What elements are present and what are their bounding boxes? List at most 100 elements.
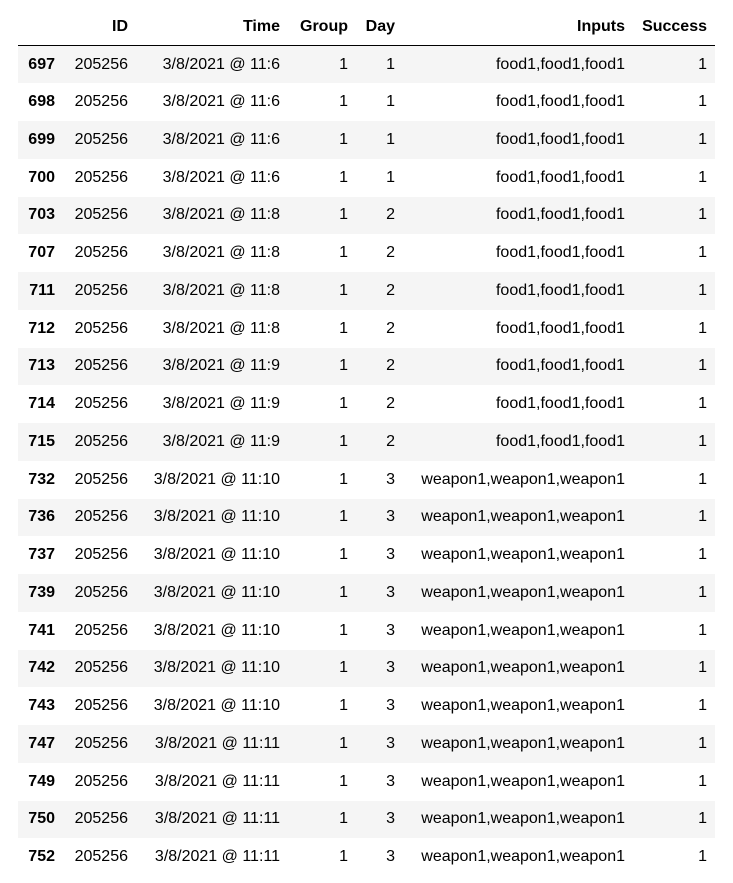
row-index: 737 — [28, 546, 55, 564]
id-cell: 205256 — [74, 357, 128, 375]
row-index: 713 — [28, 357, 55, 375]
success-cell: 1 — [698, 168, 707, 186]
group-cell: 1 — [339, 772, 348, 790]
inputs-cell: weapon1,weapon1,weapon1 — [421, 546, 625, 564]
success-cell: 1 — [698, 93, 707, 111]
success-cell: 1 — [698, 659, 707, 677]
id-cell: 205256 — [74, 697, 128, 715]
table-row: 750 205256 3/8/2021 @ 11:11 1 3 weapon1,weapo… — [18, 800, 715, 839]
success-cell: 1 — [698, 734, 707, 752]
id-header: ID — [63, 9, 136, 46]
inputs-cell: weapon1,weapon1,weapon1 — [421, 583, 625, 601]
day-cell: 1 — [386, 55, 395, 73]
row-index: 749 — [28, 772, 55, 790]
inputs-cell: food1,food1,food1 — [495, 93, 625, 111]
row-index: 732 — [28, 470, 55, 488]
id-cell: 205256 — [74, 734, 128, 752]
inputs-cell: food1,food1,food1 — [495, 55, 625, 73]
table-row: 698 205256 3/8/2021 @ 11:6 1 1 food1,food1,fo… — [18, 83, 715, 121]
group-cell: 1 — [339, 55, 348, 73]
table-row: 743 205256 3/8/2021 @ 11:10 1 3 weapon1,weapo… — [18, 687, 715, 725]
row-index: 736 — [28, 508, 55, 526]
group-cell: 1 — [339, 93, 348, 111]
table-row: 711 205256 3/8/2021 @ 11:8 1 2 food1,food1,fo… — [18, 272, 715, 310]
day-cell: 2 — [386, 206, 395, 224]
day-cell: 3 — [386, 772, 395, 790]
table-row: 699 205256 3/8/2021 @ 11:6 1 1 food1,food1,fo… — [18, 121, 715, 159]
index-header — [18, 9, 63, 46]
row-index: 743 — [28, 697, 55, 715]
group-header: Group — [288, 9, 356, 46]
row-index: 703 — [28, 206, 55, 224]
table-header: ID Time Group Day Inputs Success — [18, 9, 715, 46]
inputs-cell: food1,food1,food1 — [495, 244, 625, 262]
table-row: 700 205256 3/8/2021 @ 11:6 1 1 food1,food1,fo… — [18, 159, 715, 197]
success-cell: 1 — [698, 432, 707, 450]
success-cell: 1 — [698, 697, 707, 715]
inputs-cell: weapon1,weapon1,weapon1 — [421, 470, 625, 488]
day-cell: 2 — [386, 281, 395, 299]
table-row: 737 205256 3/8/2021 @ 11:10 1 3 weapon1,weapo… — [18, 536, 715, 574]
day-cell: 3 — [386, 621, 395, 639]
day-cell: 2 — [386, 395, 395, 413]
group-cell: 1 — [339, 319, 348, 337]
day-cell: 1 — [386, 93, 395, 111]
table-row: 714 205256 3/8/2021 @ 11:9 1 2 food1,food1,fo… — [18, 385, 715, 423]
success-cell: 1 — [698, 470, 707, 488]
inputs-cell: food1,food1,food1 — [495, 206, 625, 224]
header-row: ID Time Group Day Inputs Success — [18, 9, 715, 46]
time-cell: 3/8/2021 @ 11:6 — [162, 93, 280, 111]
success-header: Success — [633, 9, 715, 46]
row-index: 747 — [28, 734, 55, 752]
table-row: 749 205256 3/8/2021 @ 11:11 1 3 weapon1,weapo… — [18, 763, 715, 801]
row-index: 742 — [28, 659, 55, 677]
day-cell: 3 — [386, 508, 395, 526]
group-cell: 1 — [339, 395, 348, 413]
time-cell: 3/8/2021 @ 11:9 — [162, 432, 280, 450]
id-cell: 205256 — [74, 395, 128, 413]
inputs-cell: food1,food1,food1 — [495, 357, 625, 375]
success-cell: 1 — [698, 244, 707, 262]
time-cell: 3/8/2021 @ 11:6 — [162, 55, 280, 73]
group-cell: 1 — [339, 583, 348, 601]
table-row: 736 205256 3/8/2021 @ 11:10 1 3 weapon1,weapo… — [18, 498, 715, 537]
inputs-cell: weapon1,weapon1,weapon1 — [421, 697, 625, 715]
success-cell: 1 — [698, 546, 707, 564]
inputs-header: Inputs — [403, 9, 633, 46]
id-cell: 205256 — [74, 508, 128, 526]
success-cell: 1 — [698, 281, 707, 299]
table-row: 739 205256 3/8/2021 @ 11:10 1 3 weapon1,weapo… — [18, 574, 715, 612]
id-cell: 205256 — [74, 772, 128, 790]
time-cell: 3/8/2021 @ 11:11 — [154, 734, 280, 752]
id-cell: 205256 — [74, 55, 128, 73]
day-cell: 3 — [386, 546, 395, 564]
id-cell: 205256 — [74, 470, 128, 488]
time-cell: 3/8/2021 @ 11:10 — [153, 659, 280, 677]
time-cell: 3/8/2021 @ 11:11 — [154, 848, 280, 866]
id-cell: 205256 — [74, 848, 128, 866]
day-cell: 2 — [386, 357, 395, 375]
row-index: 750 — [28, 810, 55, 828]
row-index: 712 — [28, 319, 55, 337]
time-cell: 3/8/2021 @ 11:8 — [162, 206, 280, 224]
id-cell: 205256 — [74, 244, 128, 262]
row-index: 707 — [28, 244, 55, 262]
day-cell: 3 — [386, 848, 395, 866]
time-cell: 3/8/2021 @ 11:9 — [162, 357, 280, 375]
time-cell: 3/8/2021 @ 11:11 — [154, 772, 280, 790]
group-cell: 1 — [339, 281, 348, 299]
success-cell: 1 — [698, 848, 707, 866]
id-cell: 205256 — [74, 621, 128, 639]
day-cell: 1 — [386, 130, 395, 148]
day-cell: 3 — [386, 734, 395, 752]
table-row: 741 205256 3/8/2021 @ 11:10 1 3 weapon1,weapo… — [18, 612, 715, 650]
row-index: 739 — [28, 583, 55, 601]
success-cell: 1 — [698, 357, 707, 375]
group-cell: 1 — [339, 734, 348, 752]
table-row: 715 205256 3/8/2021 @ 11:9 1 2 food1,food1,fo… — [18, 423, 715, 461]
day-cell: 3 — [386, 697, 395, 715]
row-index: 698 — [28, 93, 55, 111]
table-row: 707 205256 3/8/2021 @ 11:8 1 2 food1,food1,fo… — [18, 234, 715, 272]
id-cell: 205256 — [74, 546, 128, 564]
day-cell: 3 — [386, 659, 395, 677]
